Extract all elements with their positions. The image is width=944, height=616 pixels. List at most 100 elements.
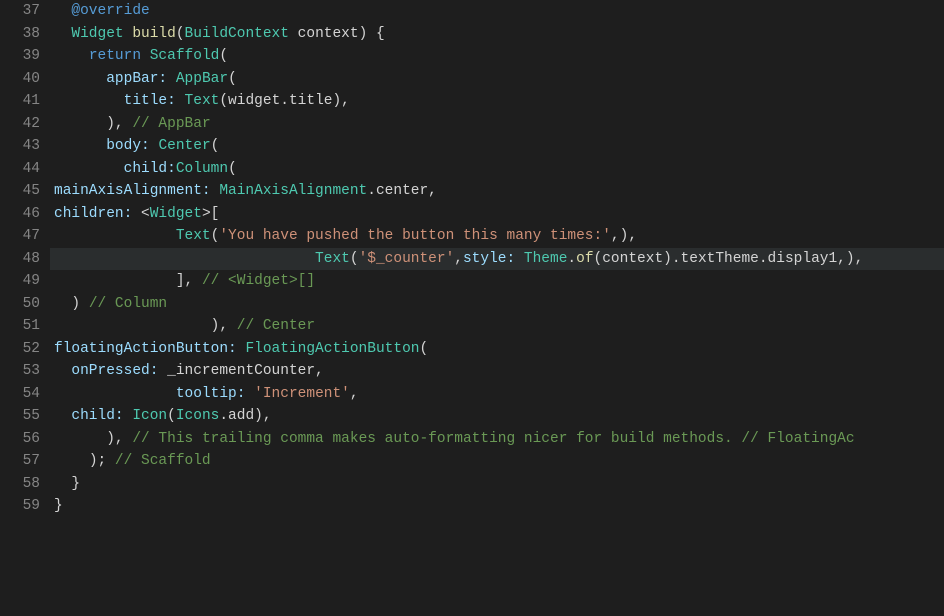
token: mainAxisAlignment: [54,183,219,199]
token: AppBar [176,71,228,87]
token: body: [106,138,158,154]
token: title: [124,93,185,109]
token: // Scaffold [115,453,211,469]
code-line[interactable]: appBar: AppBar( [50,68,944,91]
line-number: 38 [0,23,40,46]
code-line[interactable]: } [50,473,944,496]
token: Scaffold [150,48,220,64]
code-line[interactable]: return Scaffold( [50,45,944,68]
token: // This trailing comma makes auto-format… [132,431,854,447]
token: ( [219,48,228,64]
token: MainAxisAlignment [219,183,367,199]
token: ); [89,453,115,469]
token: ) [71,296,88,312]
token: , [350,386,359,402]
line-number: 54 [0,383,40,406]
token: @override [71,3,149,19]
token: (widget.title), [219,93,350,109]
line-number: 40 [0,68,40,91]
code-editor[interactable]: 3738394041424344454647484950515253545556… [0,0,944,616]
token: , [454,251,463,267]
token: } [54,498,63,514]
line-number: 44 [0,158,40,181]
line-number: 51 [0,315,40,338]
token: child: [71,408,132,424]
token: ( [350,251,359,267]
token: ( [228,71,237,87]
line-number: 53 [0,360,40,383]
token: Column [176,161,228,177]
token: .center, [367,183,437,199]
code-line[interactable]: ), // AppBar [50,113,944,136]
code-line[interactable]: mainAxisAlignment: MainAxisAlignment.cen… [50,180,944,203]
token: // <Widget>[] [202,273,315,289]
token: Icon [132,408,167,424]
code-line[interactable]: ), // Center [50,315,944,338]
code-line[interactable]: } [50,495,944,518]
token: Text [176,228,211,244]
code-line[interactable]: child:Column( [50,158,944,181]
token: Center [158,138,210,154]
code-line[interactable]: title: Text(widget.title), [50,90,944,113]
token: Widget [71,26,123,42]
token: onPressed: [71,363,167,379]
token: BuildContext [185,26,289,42]
token: Theme [524,251,568,267]
line-number: 43 [0,135,40,158]
token: >[ [202,206,219,222]
code-line[interactable]: children: <Widget>[ [50,203,944,226]
token: ( [211,138,220,154]
line-number: 47 [0,225,40,248]
token: tooltip: [176,386,254,402]
token: // AppBar [132,116,210,132]
line-number: 42 [0,113,40,136]
token: ( [419,341,428,357]
token: build [132,26,176,42]
line-number: 48 [0,248,40,271]
line-number-gutter: 3738394041424344454647484950515253545556… [0,0,50,616]
code-line[interactable]: body: Center( [50,135,944,158]
token: child: [124,161,176,177]
line-number: 58 [0,473,40,496]
code-line[interactable]: tooltip: 'Increment', [50,383,944,406]
token: // Column [89,296,167,312]
code-line[interactable]: Widget build(BuildContext context) { [50,23,944,46]
code-line[interactable]: floatingActionButton: FloatingActionButt… [50,338,944,361]
token: ], [176,273,202,289]
token: ), [106,116,132,132]
code-line[interactable]: ) // Column [50,293,944,316]
code-line[interactable]: @override [50,0,944,23]
token: Widget [150,206,202,222]
token: Icons [176,408,220,424]
code-line[interactable]: ); // Scaffold [50,450,944,473]
token: (context).textTheme.display1,), [594,251,864,267]
token: ,), [611,228,637,244]
code-line[interactable]: 💡 Text('$_counter',style: Theme.of(conte… [50,248,944,271]
token: ( [167,408,176,424]
code-line[interactable]: onPressed: _incrementCounter, [50,360,944,383]
token: _incrementCounter, [167,363,324,379]
token: 'Increment' [254,386,350,402]
token: children: [54,206,141,222]
token: Text [315,251,350,267]
code-line[interactable]: ), // This trailing comma makes auto-for… [50,428,944,451]
code-line[interactable]: ], // <Widget>[] [50,270,944,293]
line-number: 49 [0,270,40,293]
line-number: 41 [0,90,40,113]
line-number: 57 [0,450,40,473]
token: ), [106,431,132,447]
line-number: 59 [0,495,40,518]
token [141,48,150,64]
token: '$_counter' [359,251,455,267]
token: context) { [289,26,385,42]
code-line[interactable]: Text('You have pushed the button this ma… [50,225,944,248]
code-area[interactable]: @override Widget build(BuildContext cont… [50,0,944,616]
line-number: 52 [0,338,40,361]
token: } [71,476,80,492]
code-line[interactable]: child: Icon(Icons.add), [50,405,944,428]
token: .add), [219,408,271,424]
line-number: 50 [0,293,40,316]
token: appBar: [106,71,176,87]
token: ( [176,26,185,42]
line-number: 55 [0,405,40,428]
